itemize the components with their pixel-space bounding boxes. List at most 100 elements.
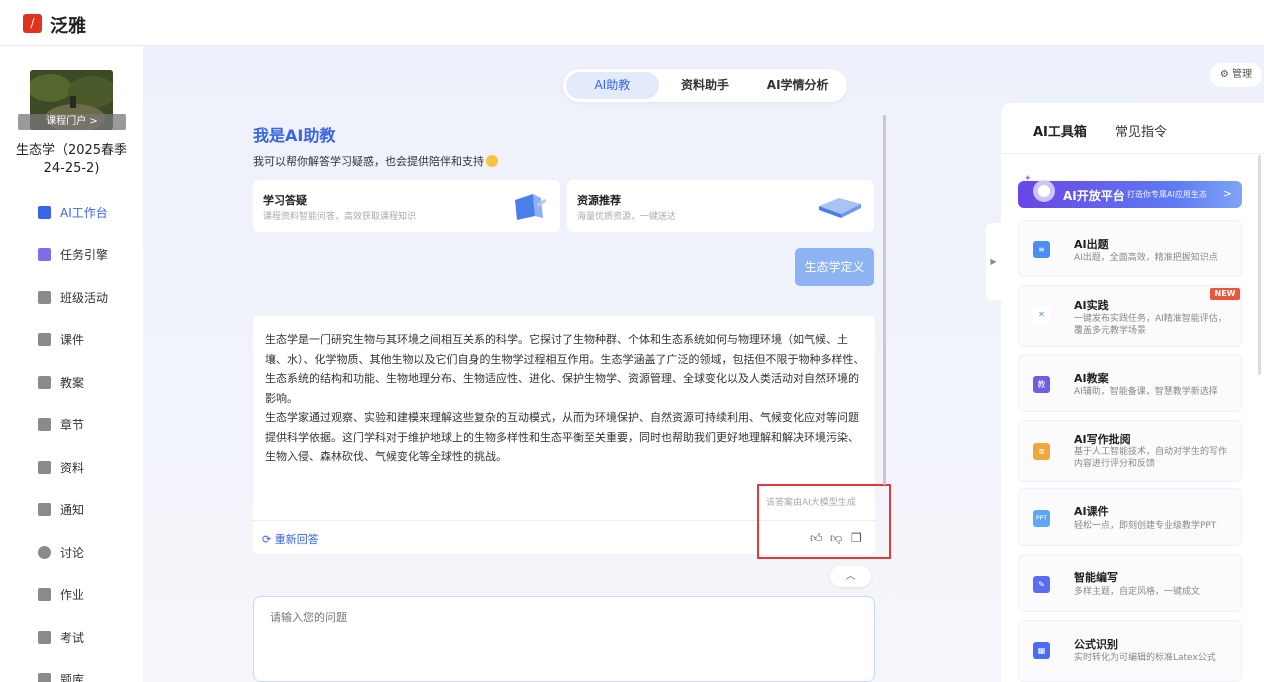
panel-toggle-chevron-icon[interactable]: ▶ — [986, 223, 1001, 300]
tab-common-commands[interactable]: 常见指令 — [1115, 121, 1167, 140]
sidebar-item-homework[interactable]: 作业 — [0, 574, 143, 617]
sidebar-item-label: 课件 — [60, 333, 85, 348]
collapse-chevron-up-icon[interactable]: ︿ — [830, 566, 871, 587]
tool-title: AI教案 — [1074, 372, 1109, 385]
notebook-3d-icon — [515, 194, 547, 220]
feature-card-desc: 海量优质资源，一键送达 — [577, 212, 677, 222]
tool-desc: 实时转化为可编辑的标准Latex公式 — [1074, 653, 1216, 663]
folder-icon — [38, 460, 51, 474]
sidebar-item-materials[interactable]: 资料 — [0, 446, 143, 489]
chat-bubble-icon — [38, 545, 51, 559]
lesson-plan-tool-icon: 教 — [1033, 376, 1050, 393]
sparkle-3d-icon: ✦ — [1024, 174, 1055, 202]
speaker-icon — [38, 503, 51, 517]
sidebar-item-discussion[interactable]: 讨论 — [0, 531, 143, 574]
tool-title: AI课件 — [1074, 505, 1109, 518]
sidebar-item-chapter[interactable]: 章节 — [0, 404, 143, 447]
tool-desc: 基于人工智能技术，自动对学生的写作内容进行评分和反馈 — [1074, 447, 1228, 469]
answer-paragraph-2: 生态学家通过观察、实验和建模来理解这些复杂的互动模式，从而为环境保护、自然资源可… — [265, 411, 859, 463]
course-portal-link[interactable]: 课程门户 > — [18, 114, 126, 130]
sidebar-item-label: 任务引擎 — [60, 248, 109, 263]
svg-text:✦: ✦ — [1024, 174, 1032, 184]
highlight-box — [757, 484, 891, 559]
user-message-bubble: 生态学定义 — [795, 248, 874, 286]
panel-divider — [1001, 153, 1264, 154]
tool-ai-writing-review[interactable]: ≣ AI写作批阅 基于人工智能技术，自动对学生的写作内容进行评分和反馈 — [1018, 420, 1242, 482]
chat-scrollbar[interactable] — [883, 115, 886, 485]
tool-title: AI出题 — [1074, 238, 1109, 251]
sidebar-item-label: 讨论 — [60, 545, 85, 560]
tool-ai-question-gen[interactable]: ≡ AI出题 AI出题，全面高效，精准把握知识点 — [1018, 220, 1242, 277]
question-gen-icon: ≡ — [1033, 241, 1050, 258]
feature-card-desc: 课程资料智能问答，高效获取课程知识 — [263, 212, 417, 222]
regenerate-button[interactable]: ⟳ 重新回答 — [262, 531, 319, 547]
app-logo-icon[interactable]: / — [23, 14, 42, 33]
tab-material-assistant[interactable]: 资料助手 — [659, 72, 752, 99]
sidebar-item-label: AI工作台 — [60, 205, 108, 220]
sidebar-item-label: 通知 — [60, 503, 85, 518]
exam-icon — [38, 630, 51, 644]
task-icon — [38, 248, 51, 262]
formula-grid-icon: ▦ — [1033, 642, 1050, 659]
gear-icon: ⚙ — [1219, 69, 1233, 80]
tool-title: 智能编写 — [1074, 571, 1118, 584]
sidebar-item-label: 章节 — [60, 418, 85, 433]
open-platform-title: AI开放平台 — [1063, 189, 1125, 203]
open-book-3d-icon — [819, 198, 861, 218]
sidebar-item-exam[interactable]: 考试 — [0, 616, 143, 659]
grid-icon — [38, 290, 51, 304]
sidebar-item-label: 班级活动 — [60, 290, 109, 305]
ai-open-platform-banner[interactable]: ✦ AI开放平台 打造你专属AI应用生态 > — [1018, 174, 1242, 208]
greeting-title: 我是AI助教 — [253, 126, 336, 145]
sidebar-item-ai-workbench[interactable]: AI工作台 — [0, 191, 143, 234]
question-input[interactable] — [253, 596, 875, 682]
tool-desc: AI辅助，智能备课，智慧教学新选择 — [1074, 387, 1218, 397]
tool-desc: 轻松一点，即刻创建专业级教学PPT — [1074, 521, 1217, 531]
tool-ai-lesson-plan[interactable]: 教 AI教案 AI辅助，智能备课，智慧教学新选择 — [1018, 354, 1242, 412]
refresh-icon: ⟳ — [262, 533, 275, 546]
sidebar-item-lesson-plan[interactable]: 教案 — [0, 361, 143, 404]
tool-ai-practice[interactable]: ✕ AI实践 一键发布实践任务，AI精准智能评估，覆盖多元教学场景 — [1018, 285, 1242, 347]
new-badge: NEW — [1210, 288, 1240, 300]
manage-label: 管理 — [1232, 69, 1253, 80]
writing-review-icon: ≣ — [1033, 443, 1050, 460]
question-bank-icon — [38, 673, 51, 682]
homework-icon — [38, 588, 51, 602]
courseware-icon — [38, 333, 51, 347]
tool-desc: 多样主题，自定风格，一键成文 — [1074, 587, 1201, 597]
feature-card-qa[interactable]: 学习答疑 课程资料智能问答，高效获取课程知识 — [253, 180, 560, 232]
greeting-subtitle-text: 我可以帮你解答学习疑惑，也会提供陪伴和支持 — [253, 155, 484, 168]
sidebar-item-label: 资料 — [60, 460, 85, 475]
feature-card-title: 学习答疑 — [263, 194, 307, 207]
assistant-tabs: AI助教 资料助手 AI学情分析 — [563, 69, 847, 102]
sidebar-item-label: 教案 — [60, 375, 85, 390]
sidebar-item-notice[interactable]: 通知 — [0, 489, 143, 532]
manage-button[interactable]: ⚙ 管理 — [1210, 63, 1262, 87]
tab-ai-learning-analysis[interactable]: AI学情分析 — [751, 72, 844, 99]
regenerate-label: 重新回答 — [274, 533, 319, 546]
tool-desc: 一键发布实践任务，AI精准智能评估，覆盖多元教学场景 — [1074, 314, 1227, 336]
panel-scrollbar[interactable] — [1258, 155, 1261, 375]
tab-ai-assistant[interactable]: AI助教 — [566, 72, 659, 99]
tab-ai-toolbox[interactable]: AI工具箱 — [1033, 121, 1087, 140]
tool-title: AI实践 — [1074, 299, 1109, 312]
course-title: 生态学（2025春季 24-25-2) — [15, 143, 128, 176]
tool-formula-recognition[interactable]: ▦ 公式识别 实时转化为可编辑的标准Latex公式 — [1018, 620, 1242, 682]
tool-desc: AI出题，全面高效，精准把握知识点 — [1074, 253, 1218, 263]
tool-ai-courseware[interactable]: PPT AI课件 轻松一点，即刻创建专业级教学PPT — [1018, 488, 1242, 546]
sidebar-item-label: 考试 — [60, 630, 85, 645]
feature-card-resources[interactable]: 资源推荐 海量优质资源，一键送达 — [567, 180, 874, 232]
feature-card-title: 资源推荐 — [577, 194, 621, 207]
sidebar-item-task-engine[interactable]: 任务引擎 — [0, 234, 143, 277]
open-platform-subtitle: 打造你专属AI应用生态 — [1127, 190, 1207, 199]
tool-smart-writing[interactable]: ✎ 智能编写 多样主题，自定风格，一键成文 — [1018, 554, 1242, 612]
sidebar-item-class-activity[interactable]: 班级活动 — [0, 276, 143, 319]
lesson-plan-icon — [38, 375, 51, 389]
chevron-right-icon: > — [1222, 187, 1232, 200]
sidebar-item-label: 题库 — [60, 673, 85, 682]
sidebar-item-courseware[interactable]: 课件 — [0, 319, 143, 362]
sidebar-item-question-bank[interactable]: 题库 — [0, 659, 143, 682]
practice-icon: ✕ — [1033, 306, 1050, 323]
tool-title: AI写作批阅 — [1074, 433, 1131, 446]
app-brand[interactable]: 泛雅 — [50, 12, 86, 38]
